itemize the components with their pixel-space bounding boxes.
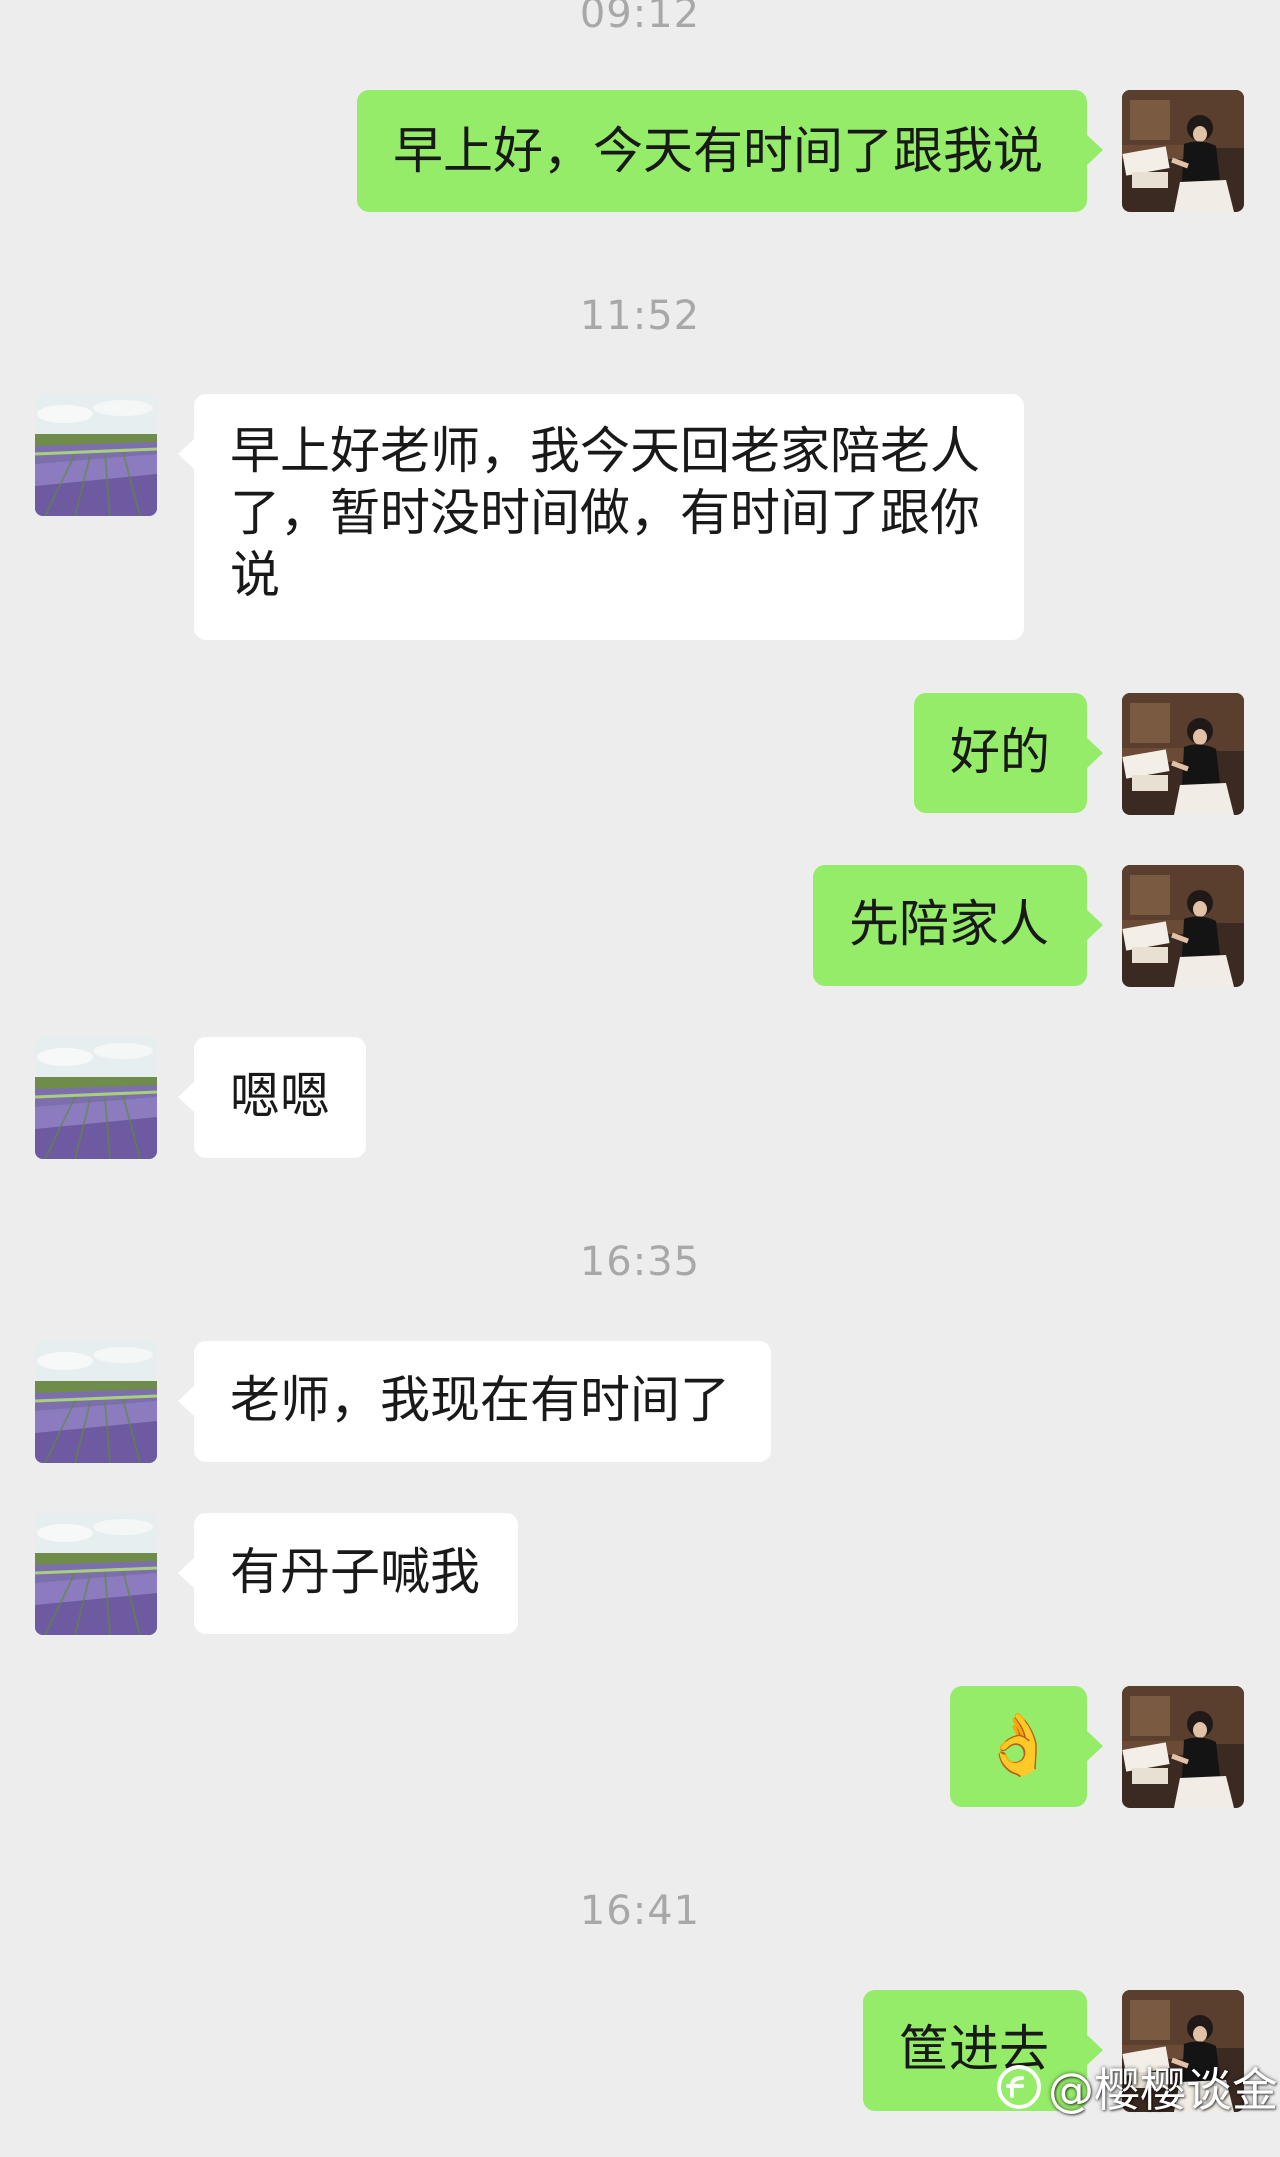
- self-avatar[interactable]: [1122, 90, 1244, 212]
- contact-avatar[interactable]: [35, 1037, 157, 1159]
- message-bubble-incoming[interactable]: 早上好老师，我今天回老家陪老人了，暂时没时间做，有时间了跟你说: [178, 394, 1024, 640]
- self-avatar[interactable]: [1122, 1686, 1244, 1808]
- lavender-field-icon: [35, 1341, 157, 1463]
- message-bubble-incoming[interactable]: 老师，我现在有时间了: [178, 1341, 771, 1462]
- person-reading-icon: [1122, 693, 1244, 815]
- message-bubble-outgoing[interactable]: 好的: [914, 693, 1103, 813]
- self-avatar[interactable]: [1122, 865, 1244, 987]
- person-reading-icon: [1122, 90, 1244, 212]
- message-bubble-outgoing[interactable]: 先陪家人: [813, 865, 1103, 986]
- person-reading-icon: [1122, 1686, 1244, 1808]
- watermark: @樱樱谈金: [996, 2055, 1278, 2119]
- contact-avatar[interactable]: [35, 394, 157, 516]
- watermark-text: @樱樱谈金: [1048, 2063, 1278, 2117]
- timestamp: 16:35: [579, 1239, 701, 1285]
- timestamp: 11:52: [579, 293, 701, 339]
- lavender-field-icon: [35, 1037, 157, 1159]
- ok-hand-emoji: 👌: [981, 1710, 1056, 1780]
- self-avatar[interactable]: [1122, 693, 1244, 815]
- lavender-field-icon: [35, 394, 157, 516]
- timestamp: 16:41: [579, 1888, 701, 1934]
- message-bubble-incoming[interactable]: 有丹子喊我: [178, 1513, 518, 1634]
- timestamp: 09:12: [579, 0, 701, 37]
- weibo-logo-icon: [997, 2065, 1041, 2109]
- person-reading-icon: [1122, 865, 1244, 987]
- contact-avatar[interactable]: [35, 1341, 157, 1463]
- lavender-field-icon: [35, 1513, 157, 1635]
- message-bubble-incoming[interactable]: 嗯嗯: [178, 1037, 366, 1158]
- contact-avatar[interactable]: [35, 1513, 157, 1635]
- message-bubble-outgoing[interactable]: 早上好，今天有时间了跟我说: [357, 90, 1103, 212]
- message-bubble-outgoing-emoji[interactable]: 👌: [950, 1686, 1103, 1807]
